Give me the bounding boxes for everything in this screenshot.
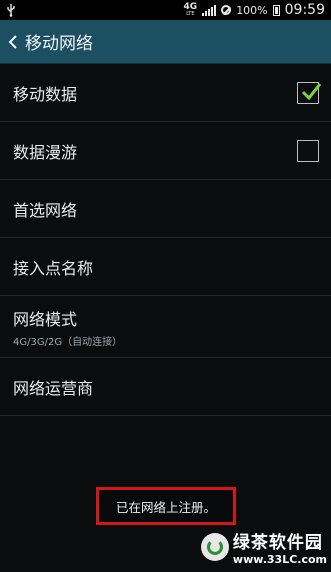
mobile-data-checkbox[interactable] (297, 81, 322, 104)
watermark-name: 绿茶软件园 (232, 533, 323, 553)
signal-icon (202, 4, 217, 16)
setting-mobile-data[interactable]: 移动数据 (0, 64, 331, 122)
data-roaming-checkbox[interactable] (297, 139, 319, 162)
setting-access-point-names[interactable]: 接入点名称 (0, 238, 331, 296)
setting-summary: 4G/3G/2G（自动连接） (13, 336, 123, 348)
status-right: 4G LTE 100% 09:59 (184, 2, 325, 18)
setting-label: 数据漫游 (13, 142, 78, 162)
watermark-text: 绿茶软件园 www.33LC.com (233, 528, 327, 566)
network-sub: LTE (186, 11, 195, 17)
network-indicator: 4G LTE (184, 3, 198, 17)
usb-icon (7, 4, 15, 17)
network-mode-text: 网络模式 4G/3G/2G（自动连接） (13, 306, 122, 348)
setting-network-operators[interactable]: 网络运营商 (0, 358, 331, 416)
back-button[interactable]: 移动网络 (8, 29, 93, 54)
setting-network-mode[interactable]: 网络模式 4G/3G/2G（自动连接） (0, 296, 331, 358)
setting-label: 接入点名称 (13, 258, 94, 278)
setting-label: 网络运营商 (13, 378, 94, 398)
watermark-url: www.33LC.com (232, 553, 327, 566)
setting-label: 首选网络 (13, 200, 78, 220)
status-bar: 4G LTE 100% 09:59 (0, 0, 331, 20)
clock: 09:59 (284, 2, 325, 18)
page-title: 移动网络 (25, 34, 93, 54)
setting-label: 网络模式 (13, 309, 78, 329)
chevron-left-icon (8, 34, 17, 49)
app-bar: 移动网络 (0, 20, 331, 64)
do-not-disturb-icon (221, 5, 232, 15)
battery-icon (272, 4, 280, 16)
check-icon (301, 82, 322, 100)
toast-message: 已在网络上注册。 (96, 487, 236, 525)
setting-preferred-network[interactable]: 首选网络 (0, 180, 331, 238)
setting-label: 移动数据 (13, 84, 78, 104)
settings-list: 移动数据 数据漫游 首选网络 接入点名称 网络模式 4G/3G/2G（自动连接）… (0, 64, 331, 416)
watermark-logo-icon (200, 533, 229, 561)
status-left (6, 3, 16, 17)
watermark: 绿茶软件园 www.33LC.com (200, 528, 327, 566)
battery-percent: 100% (236, 3, 268, 17)
setting-data-roaming[interactable]: 数据漫游 (0, 122, 331, 180)
